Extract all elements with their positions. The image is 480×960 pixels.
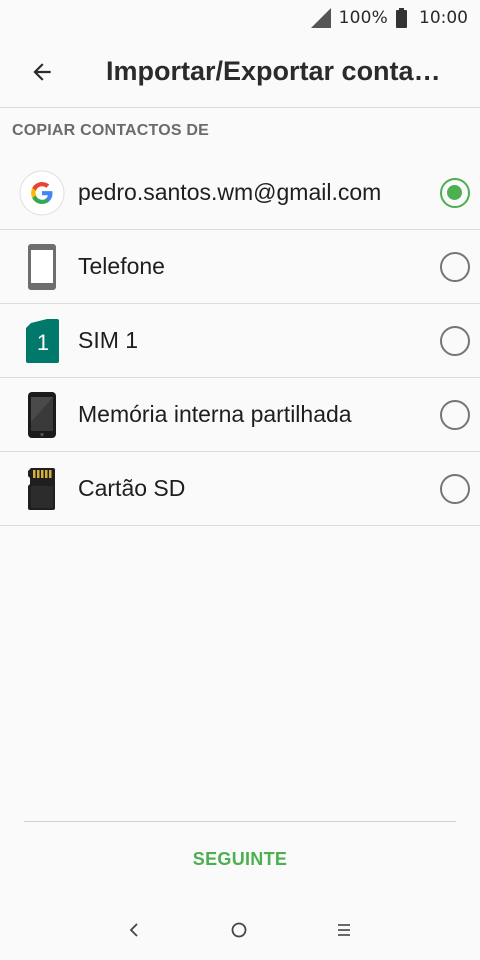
option-label: pedro.santos.wm@gmail.com <box>78 179 382 205</box>
option-internal-storage[interactable]: Memória interna partilhada <box>0 378 480 452</box>
radio-unselected[interactable] <box>440 251 470 282</box>
option-sim-1[interactable]: 1 SIM 1 <box>0 304 480 378</box>
battery-percent: 100% <box>338 8 388 28</box>
nav-home-icon <box>231 922 247 938</box>
page-title: Importar/Exportar contactos <box>106 56 446 86</box>
phone-icon <box>19 243 65 290</box>
sd-card-icon <box>19 466 65 512</box>
option-label: Cartão SD <box>78 475 186 501</box>
option-label: Telefone <box>78 253 165 279</box>
signal-icon <box>310 8 331 28</box>
next-button[interactable]: SEGUINTE <box>0 836 480 882</box>
status-bar: 100% 10:00 <box>0 0 480 36</box>
sim-number: 1 <box>37 330 49 355</box>
clock: 10:00 <box>419 8 468 28</box>
nav-back-icon <box>129 923 138 937</box>
divider <box>24 821 456 822</box>
device-storage-icon <box>19 391 65 438</box>
sim-card-icon: 1 <box>19 318 65 364</box>
radio-unselected[interactable] <box>440 399 470 430</box>
radio-unselected[interactable] <box>440 473 470 504</box>
nav-recents-icon <box>338 924 350 936</box>
google-icon <box>19 170 65 216</box>
nav-back-button[interactable] <box>104 905 164 955</box>
option-google-account[interactable]: pedro.santos.wm@gmail.com <box>0 156 480 230</box>
source-options-list: pedro.santos.wm@gmail.com Telefone 1 SIM… <box>0 156 480 526</box>
navigation-bar <box>0 900 480 960</box>
section-header: COPIAR CONTACTOS DE <box>12 122 209 139</box>
option-phone[interactable]: Telefone <box>0 230 480 304</box>
radio-selected[interactable] <box>440 177 470 208</box>
option-label: Memória interna partilhada <box>78 401 352 427</box>
nav-recents-button[interactable] <box>314 905 374 955</box>
option-label: SIM 1 <box>78 327 139 353</box>
option-sd-card[interactable]: Cartão SD <box>0 452 480 526</box>
app-bar: Importar/Exportar contactos <box>0 36 480 108</box>
battery-icon <box>396 8 407 28</box>
arrow-back-icon <box>33 62 51 81</box>
back-button[interactable] <box>18 48 66 96</box>
radio-unselected[interactable] <box>440 325 470 356</box>
nav-home-button[interactable] <box>209 905 269 955</box>
